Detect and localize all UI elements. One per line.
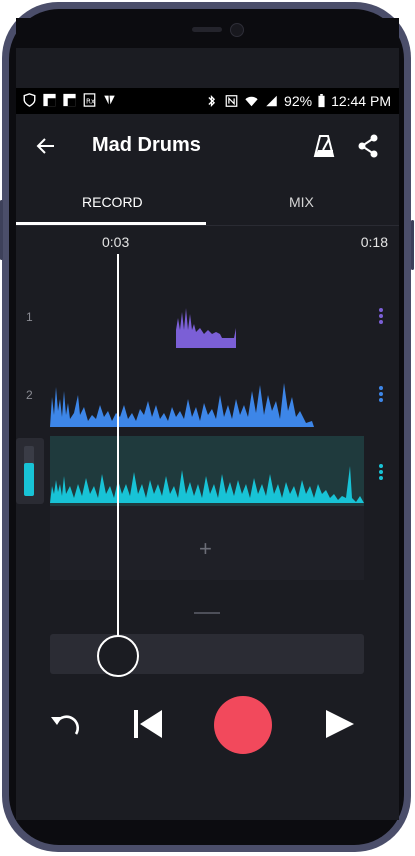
share-icon[interactable] <box>357 134 379 158</box>
power-button <box>411 220 414 270</box>
phone-frame: Rx 92% 12:44 PM Mad Drums RECORD MIX 0:0… <box>0 0 415 856</box>
undo-icon[interactable] <box>48 708 82 740</box>
track-3-waveform[interactable] <box>50 466 364 503</box>
current-time: 0:03 <box>102 234 130 250</box>
track-2-waveform[interactable] <box>50 383 314 427</box>
nfc-icon <box>225 95 238 107</box>
collapse-handle[interactable] <box>194 612 220 614</box>
status-left-icons: Rx <box>22 93 117 107</box>
flipboard-icon <box>43 93 56 107</box>
back-arrow-icon[interactable] <box>34 134 58 158</box>
bluetooth-icon <box>208 95 216 107</box>
tab-mix[interactable]: MIX <box>289 194 314 210</box>
app-screen: Rx 92% 12:44 PM Mad Drums RECORD MIX 0:0… <box>16 48 399 820</box>
skip-back-icon[interactable] <box>130 706 164 742</box>
total-time: 0:18 <box>360 234 388 250</box>
flipboard-icon-2 <box>63 93 76 107</box>
earpiece-speaker <box>192 27 222 32</box>
front-camera <box>230 23 244 37</box>
playhead-line[interactable] <box>117 254 119 636</box>
shield-wifi-icon <box>23 93 36 107</box>
tab-divider <box>16 225 399 226</box>
transport-controls <box>16 688 399 768</box>
status-time: 12:44 PM <box>331 93 391 109</box>
volume-button <box>0 200 3 260</box>
metronome-icon[interactable] <box>313 134 335 158</box>
waveforms <box>50 308 364 503</box>
app-bar: Mad Drums <box>16 114 399 178</box>
status-right-icons: 92% 12:44 PM <box>204 93 391 109</box>
app-check-icon <box>104 95 115 105</box>
project-title: Mad Drums <box>92 134 201 156</box>
svg-text:Rx: Rx <box>86 98 95 106</box>
battery-percent: 92% <box>284 93 313 109</box>
play-icon[interactable] <box>322 706 356 742</box>
track-1-waveform[interactable] <box>176 308 236 348</box>
record-button[interactable] <box>214 696 272 754</box>
signal-icon <box>266 95 277 107</box>
prescription-icon: Rx <box>83 93 96 107</box>
tab-record[interactable]: RECORD <box>82 194 143 210</box>
battery-icon <box>318 94 325 108</box>
status-bar: Rx 92% 12:44 PM <box>16 88 399 114</box>
playhead-handle[interactable] <box>97 635 139 677</box>
add-track-button[interactable]: + <box>199 536 212 562</box>
tab-bar: RECORD MIX <box>16 178 399 226</box>
wifi-icon <box>245 96 258 107</box>
top-bezel <box>16 18 399 48</box>
